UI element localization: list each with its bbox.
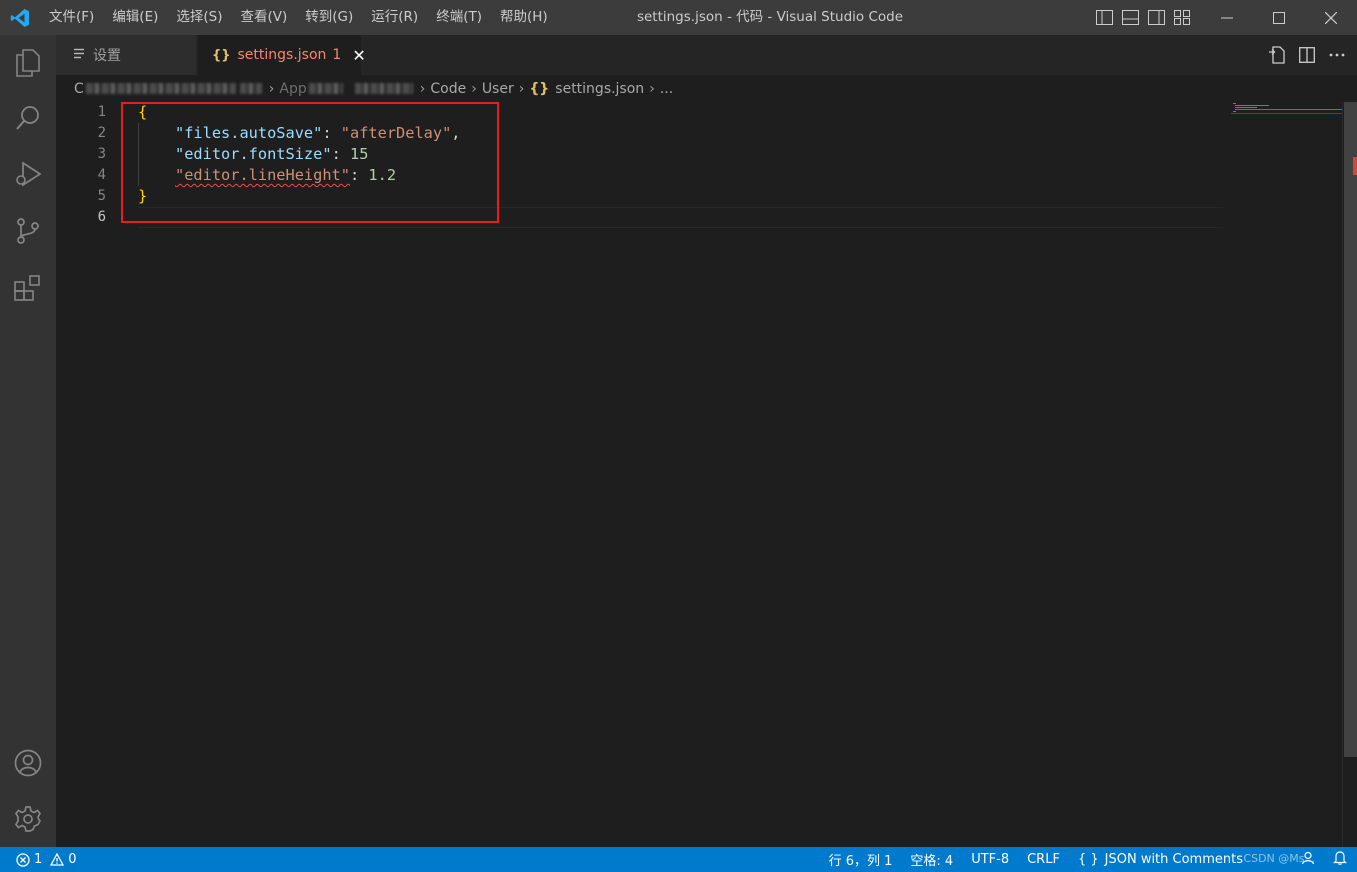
toggle-primary-sidebar-icon[interactable] [1094,8,1114,28]
menu-edit[interactable]: 编辑(E) [103,0,167,35]
run-debug-icon[interactable] [0,149,56,199]
settings-list-icon [74,47,86,63]
breadcrumb-redacted-roaming [354,83,413,94]
line-number-current: 6 [97,209,106,225]
more-actions-icon[interactable] [1327,45,1347,65]
editor-actions [1267,35,1347,75]
status-bar: 1 0 行 6，列 1 空格: 4 UTF-8 CRLF { } JSON wi… [0,847,1357,872]
breadcrumb-more[interactable]: ... [660,81,673,97]
cursor-position[interactable]: 行 6，列 1 [829,850,893,869]
minimap[interactable] [1231,102,1345,116]
breadcrumb-file[interactable]: settings.json [555,81,644,97]
warning-count: 0 [68,852,77,867]
breadcrumb-drive[interactable]: C [74,81,84,97]
indentation[interactable]: 空格: 4 [910,850,953,869]
menu-view[interactable]: 查看(V) [232,0,297,35]
problems-indicator[interactable]: 1 0 [0,852,77,867]
breadcrumb-user[interactable]: User [482,81,514,97]
extensions-icon[interactable] [0,263,56,313]
activity-bar [0,35,56,847]
line-number: 5 [97,188,106,204]
warning-icon [50,853,65,866]
line-number: 3 [97,146,106,162]
language-label: JSON with Comments [1104,852,1243,867]
toggle-panel-icon[interactable] [1120,8,1140,28]
csdn-watermark: CSDN @Ms... [1243,852,1315,865]
tab-close-icon[interactable]: ✕ [352,46,365,65]
close-window-icon[interactable] [1305,0,1357,35]
line-number: 1 [97,104,106,120]
breadcrumb: C › App › Code › User › {} settings.json… [56,75,1357,102]
menu-bar: 文件(F) 编辑(E) 选择(S) 查看(V) 转到(G) 运行(R) 终端(T… [40,0,557,35]
line-number: 2 [97,125,106,141]
search-icon[interactable] [0,93,56,143]
error-icon [16,852,30,867]
breadcrumb-redacted-path [85,83,236,94]
tab-json-label: settings.json [237,47,327,63]
toggle-secondary-sidebar-icon[interactable] [1146,8,1166,28]
vscode-logo-icon [0,0,40,35]
window-title: settings.json - 代码 - Visual Studio Code [636,9,904,25]
breadcrumb-redacted-appdata [308,83,343,94]
vertical-scrollbar[interactable] [1342,102,1357,847]
breadcrumb-json-icon: {} [529,80,550,97]
tab-settings[interactable]: 设置 [56,35,196,75]
menu-terminal[interactable]: 终端(T) [427,0,491,35]
account-icon[interactable] [0,738,56,788]
tab-settings-label: 设置 [93,48,121,64]
error-scroll-marker [1353,157,1357,175]
language-braces-icon: { } [1077,852,1099,867]
language-mode[interactable]: { } JSON with Comments [1078,852,1243,867]
annotation-highlight-box [121,102,499,223]
maximize-icon[interactable] [1253,0,1305,35]
menu-go[interactable]: 转到(G) [296,0,362,35]
tab-settings-json[interactable]: {} settings.json 1 ✕ [198,35,366,75]
minimize-icon[interactable] [1201,0,1253,35]
manage-gear-icon[interactable] [0,794,56,844]
breadcrumb-appdata[interactable]: App [279,81,306,97]
window-controls [1201,0,1357,35]
split-editor-icon[interactable] [1297,45,1317,65]
menu-selection[interactable]: 选择(S) [167,0,231,35]
json-file-icon: {} [212,47,231,63]
breadcrumb-redacted-user [239,83,262,94]
editor[interactable]: 1 2 3 4 5 6 { "files.autoSave": "afterDe… [56,102,1342,847]
line-number: 4 [97,167,106,183]
open-settings-ui-icon[interactable] [1267,45,1287,65]
menu-file[interactable]: 文件(F) [40,0,103,35]
title-bar: 文件(F) 编辑(E) 选择(S) 查看(V) 转到(G) 运行(R) 终端(T… [0,0,1357,35]
layout-controls [1094,0,1192,35]
encoding[interactable]: UTF-8 [971,852,1009,867]
menu-run[interactable]: 运行(R) [362,0,427,35]
breadcrumb-code[interactable]: Code [430,81,466,97]
error-count: 1 [34,852,43,867]
tab-problem-count: 1 [332,47,342,63]
explorer-icon[interactable] [0,38,56,88]
notifications-bell-icon[interactable] [1333,850,1347,869]
scrollbar-thumb[interactable] [1344,102,1357,757]
end-of-line[interactable]: CRLF [1027,852,1060,867]
source-control-icon[interactable] [0,206,56,256]
customize-layout-icon[interactable] [1172,8,1192,28]
tab-bar: 设置 {} settings.json 1 ✕ [56,35,1357,75]
